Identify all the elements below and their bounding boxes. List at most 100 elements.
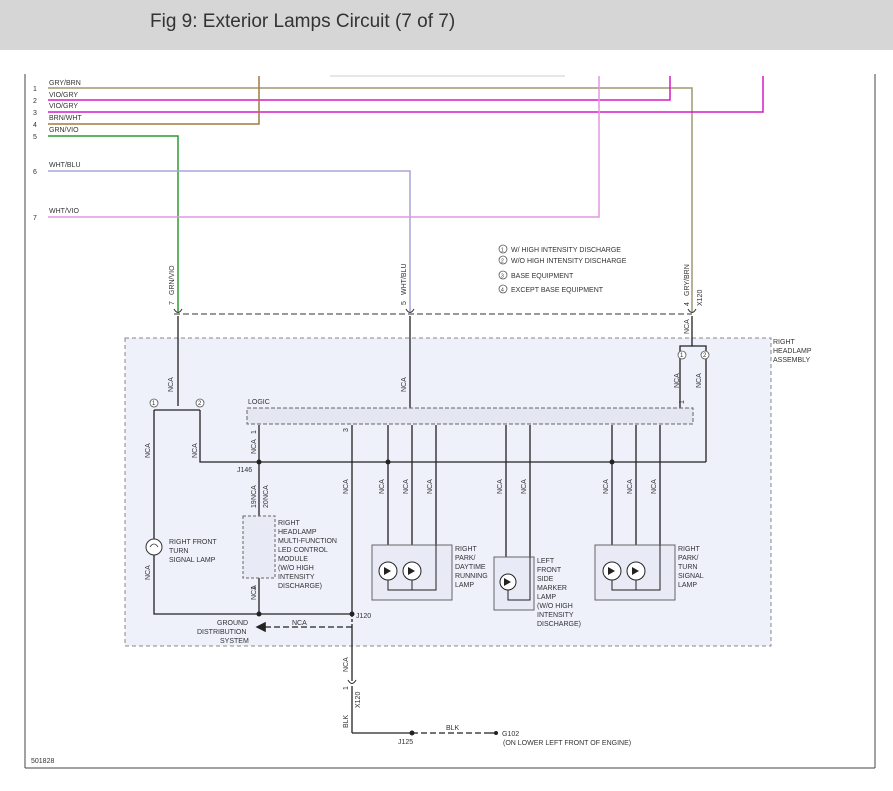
svg-text:DAYTIME: DAYTIME xyxy=(455,564,486,571)
svg-text:19: 19 xyxy=(251,500,258,508)
svg-text:GRN/VIO: GRN/VIO xyxy=(49,127,79,134)
svg-text:NCA: NCA xyxy=(401,377,408,392)
svg-text:2: 2 xyxy=(33,98,37,105)
svg-text:NCA: NCA xyxy=(651,479,658,494)
svg-text:LAMP: LAMP xyxy=(455,582,474,589)
svg-text:NCA: NCA xyxy=(603,479,610,494)
svg-text:NCA: NCA xyxy=(403,479,410,494)
svg-text:BLK: BLK xyxy=(446,725,460,732)
svg-text:RIGHT: RIGHT xyxy=(773,339,796,346)
svg-text:BASE EQUIPMENT: BASE EQUIPMENT xyxy=(511,273,574,280)
svg-text:GRY/BRN: GRY/BRN xyxy=(684,264,691,296)
svg-text:HEADLAMP: HEADLAMP xyxy=(278,529,317,536)
svg-text:NCA: NCA xyxy=(427,479,434,494)
logic-label: LOGIC xyxy=(248,399,270,406)
svg-text:20: 20 xyxy=(263,500,270,508)
svg-text:WHT/BLU: WHT/BLU xyxy=(49,162,81,169)
svg-text:W/ HIGH INTENSITY DISCHARGE: W/ HIGH INTENSITY DISCHARGE xyxy=(511,247,621,254)
svg-text:MARKER: MARKER xyxy=(537,585,567,592)
svg-text:NCA: NCA xyxy=(251,485,258,500)
svg-text:INTENSITY: INTENSITY xyxy=(278,574,315,581)
svg-text:SIDE: SIDE xyxy=(537,576,554,583)
svg-text:7: 7 xyxy=(169,301,176,305)
svg-text:HEADLAMP: HEADLAMP xyxy=(773,348,812,355)
svg-text:1: 1 xyxy=(501,248,504,254)
svg-text:RIGHT: RIGHT xyxy=(678,546,701,553)
svg-text:INTENSITY: INTENSITY xyxy=(537,612,574,619)
svg-text:X120: X120 xyxy=(355,692,362,708)
svg-text:RIGHT FRONT: RIGHT FRONT xyxy=(169,539,217,546)
splice-j120: J120 xyxy=(356,613,371,620)
svg-text:RIGHT: RIGHT xyxy=(455,546,478,553)
svg-text:DISTRIBUTION: DISTRIBUTION xyxy=(197,629,246,636)
svg-text:5: 5 xyxy=(33,134,37,141)
svg-text:LAMP: LAMP xyxy=(678,582,697,589)
svg-text:6: 6 xyxy=(33,169,37,176)
svg-text:(ON LOWER LEFT FRONT OF ENGINE: (ON LOWER LEFT FRONT OF ENGINE) xyxy=(503,740,631,747)
splice-j146: J146 xyxy=(237,467,252,474)
svg-text:SIGNAL LAMP: SIGNAL LAMP xyxy=(169,557,216,564)
svg-text:EXCEPT BASE EQUIPMENT: EXCEPT BASE EQUIPMENT xyxy=(511,287,604,294)
svg-text:(W/O HIGH: (W/O HIGH xyxy=(537,603,573,610)
assembly-label: RIGHT HEADLAMP ASSEMBLY xyxy=(773,339,812,364)
svg-text:3: 3 xyxy=(343,428,350,432)
svg-text:SIGNAL: SIGNAL xyxy=(678,573,704,580)
svg-text:X120: X120 xyxy=(697,290,704,306)
svg-text:TURN: TURN xyxy=(169,548,188,555)
svg-text:BLK: BLK xyxy=(343,714,350,728)
variant-legend: 1 W/ HIGH INTENSITY DISCHARGE 2 W/O HIGH… xyxy=(498,244,627,294)
svg-text:2: 2 xyxy=(501,259,504,265)
svg-text:3: 3 xyxy=(33,110,37,117)
svg-text:PARK/: PARK/ xyxy=(455,555,476,562)
svg-text:LEFT: LEFT xyxy=(537,558,555,565)
svg-text:NCA: NCA xyxy=(292,620,307,627)
svg-text:1: 1 xyxy=(343,686,350,690)
svg-text:1: 1 xyxy=(251,430,258,434)
svg-text:NCA: NCA xyxy=(251,439,258,454)
svg-text:TURN: TURN xyxy=(678,564,697,571)
svg-text:NCA: NCA xyxy=(145,565,152,580)
svg-text:LED CONTROL: LED CONTROL xyxy=(278,547,328,554)
svg-text:PARK/: PARK/ xyxy=(678,555,699,562)
logic-bus-box xyxy=(246,407,694,425)
svg-text:NCA: NCA xyxy=(379,479,386,494)
svg-text:VIO/GRY: VIO/GRY xyxy=(49,103,78,110)
svg-text:RIGHT: RIGHT xyxy=(278,520,301,527)
svg-text:NCA: NCA xyxy=(497,479,504,494)
svg-text:1: 1 xyxy=(679,400,686,404)
svg-text:3: 3 xyxy=(501,274,504,280)
svg-text:RUNNING: RUNNING xyxy=(455,573,488,580)
wire-gry-brn xyxy=(48,87,693,312)
svg-text:1: 1 xyxy=(33,86,37,93)
svg-text:NCA: NCA xyxy=(343,479,350,494)
svg-text:NCA: NCA xyxy=(684,319,691,334)
svg-text:LAMP: LAMP xyxy=(537,594,556,601)
svg-text:G102: G102 xyxy=(502,731,519,738)
svg-text:4: 4 xyxy=(684,302,691,306)
svg-text:SYSTEM: SYSTEM xyxy=(220,638,249,645)
svg-text:FRONT: FRONT xyxy=(537,567,562,574)
svg-text:DISCHARGE): DISCHARGE) xyxy=(278,583,322,590)
svg-text:GRN/VIO: GRN/VIO xyxy=(169,265,176,295)
wiring-diagram: RIGHT HEADLAMP ASSEMBLY 1 GRY/BRN 2 VIO/… xyxy=(24,74,876,769)
svg-text:WHT/VIO: WHT/VIO xyxy=(49,208,79,215)
svg-text:NCA: NCA xyxy=(263,485,270,500)
svg-text:BRN/WHT: BRN/WHT xyxy=(49,115,82,122)
wire-labels: 1 GRY/BRN 2 VIO/GRY 3 VIO/GRY 4 BRN/WHT … xyxy=(33,80,82,222)
svg-text:5: 5 xyxy=(401,301,408,305)
svg-text:GRY/BRN: GRY/BRN xyxy=(49,80,81,87)
svg-text:NCA: NCA xyxy=(343,657,350,672)
svg-text:(W/O HIGH: (W/O HIGH xyxy=(278,565,314,572)
wire-vio-gry-2 xyxy=(48,76,764,113)
svg-text:W/O HIGH INTENSITY DISCHARGE: W/O HIGH INTENSITY DISCHARGE xyxy=(511,258,627,265)
wire-wht-vio xyxy=(48,76,600,218)
svg-text:NCA: NCA xyxy=(145,443,152,458)
svg-text:VIO/GRY: VIO/GRY xyxy=(49,92,78,99)
svg-text:4: 4 xyxy=(501,288,504,294)
svg-text:7: 7 xyxy=(33,215,37,222)
svg-text:NCA: NCA xyxy=(627,479,634,494)
svg-text:NCA: NCA xyxy=(168,377,175,392)
svg-text:NCA: NCA xyxy=(674,373,681,388)
svg-text:MODULE: MODULE xyxy=(278,556,308,563)
svg-text:ASSEMBLY: ASSEMBLY xyxy=(773,357,811,364)
